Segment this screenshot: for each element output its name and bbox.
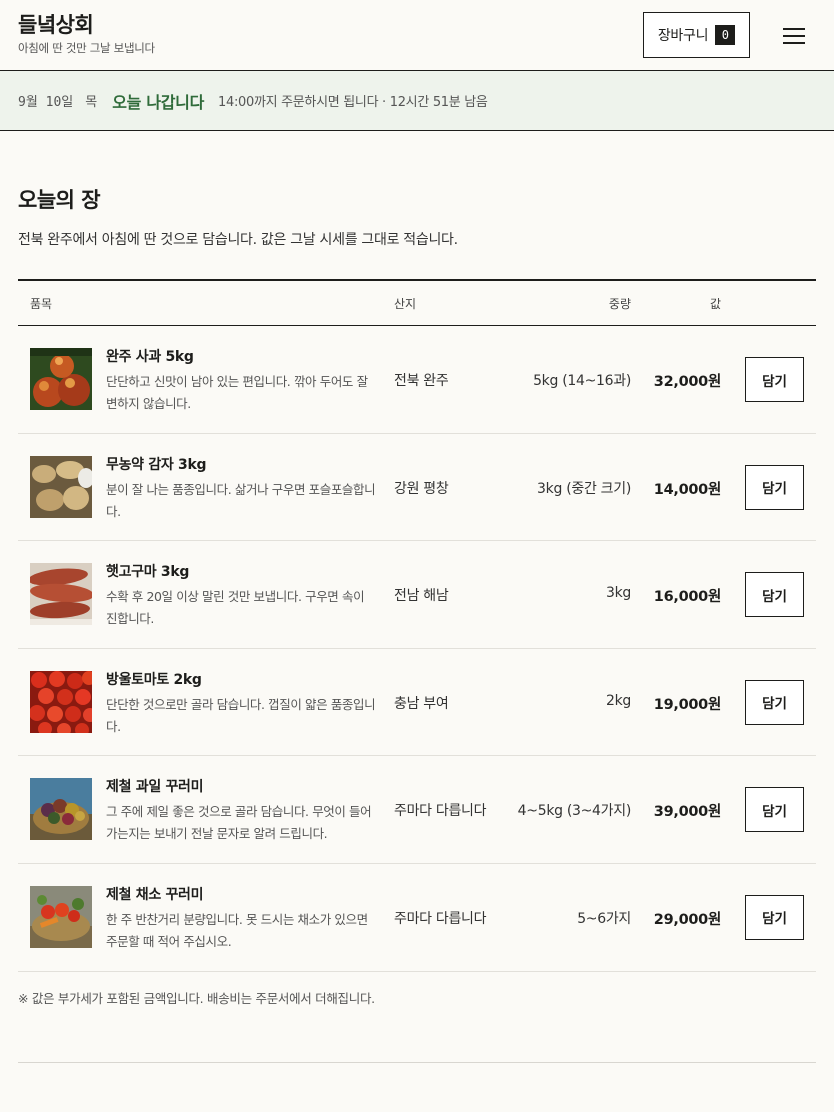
footer-divider — [18, 1062, 816, 1063]
product-name: 완주 사과 5kg — [106, 349, 194, 365]
header-origin: 산지 — [394, 297, 417, 311]
add-to-cart-button[interactable]: 담기 — [745, 357, 804, 402]
product-row: 완주 사과 5kg 단단하고 신맛이 남아 있는 편입니다. 깎아 두어도 잘 … — [18, 326, 816, 434]
product-price: 29,000원 — [653, 911, 722, 928]
header-price: 값 — [709, 297, 721, 311]
cart-count-badge: 0 — [715, 25, 736, 45]
product-name: 햇고구마 3kg — [106, 564, 190, 581]
product-description: 그 주에 제일 좋은 것으로 골라 담습니다. 무엇이 들어가는지는 보내기 전… — [106, 804, 372, 842]
product-price: 14,000원 — [653, 481, 722, 498]
vegetable-basket-photo — [30, 885, 92, 948]
add-to-cart-button[interactable]: 담기 — [745, 679, 804, 725]
product-name: 제철 채소 꾸러미 — [106, 886, 204, 903]
notice-date: 9월 10일 — [18, 95, 74, 110]
product-name: 방울토마토 2kg — [106, 671, 202, 688]
table-header: 품목 산지 중량 값 — [18, 281, 816, 326]
hamburger-menu-icon[interactable] — [780, 25, 808, 47]
product-weight: 5~6가지 — [577, 910, 631, 927]
product-description: 단단한 것으로만 골라 담습니다. 껍질이 얇은 품종입니다. — [106, 696, 376, 734]
product-description: 한 주 반찬거리 분량입니다. 못 드시는 채소가 있으면 주문할 때 적어 주… — [106, 911, 368, 949]
apples-photo — [30, 348, 92, 410]
brand-tagline: 아침에 딴 것만 그날 보냅니다 — [18, 41, 155, 55]
product-row: 방울토마토 2kg 단단한 것으로만 골라 담습니다. 껍질이 얇은 품종입니다… — [18, 649, 816, 757]
product-origin: 전남 해남 — [394, 588, 449, 605]
product-row: 제철 채소 꾸러미 한 주 반찬거리 분량입니다. 못 드시는 채소가 있으면 … — [18, 864, 816, 972]
product-price: 16,000원 — [653, 589, 722, 606]
sweet-potatoes-photo — [30, 563, 92, 626]
notice-day: 목 — [85, 95, 98, 110]
cherry-tomatoes-photo — [30, 670, 92, 733]
product-name: 제철 과일 꾸러미 — [106, 779, 204, 796]
cart-button[interactable]: 장바구니 0 — [643, 12, 750, 58]
product-row: 햇고구마 3kg 수확 후 20일 이상 말린 것만 보냅니다. 구우면 속이 … — [18, 541, 816, 649]
price-footnote: ※ 값은 부가세가 포함된 금액입니다. 배송비는 주문서에서 더해집니다. — [18, 991, 375, 1006]
product-weight: 3kg — [605, 585, 631, 602]
product-origin: 주마다 다릅니다 — [394, 803, 487, 820]
product-origin: 전북 완주 — [394, 373, 449, 389]
section-description: 전북 완주에서 아침에 딴 것으로 담습니다. 값은 그날 시세를 그대로 적습… — [18, 232, 458, 248]
add-to-cart-button[interactable]: 담기 — [745, 787, 804, 833]
product-origin: 충남 부여 — [394, 695, 449, 712]
notice-deadline: 14:00까지 주문하시면 됩니다 · 12시간 51분 남음 — [218, 95, 488, 110]
product-description: 분이 잘 나는 품종입니다. 삶거나 구우면 포슬포슬합니다. — [106, 481, 376, 519]
section-title: 오늘의 장 — [18, 188, 101, 212]
product-origin: 주마다 다릅니다 — [394, 910, 487, 927]
fruit-basket-photo — [30, 778, 92, 841]
product-price: 19,000원 — [653, 696, 722, 713]
product-price: 39,000원 — [653, 804, 722, 821]
product-origin: 강원 평창 — [394, 480, 449, 497]
product-price: 32,000원 — [653, 374, 722, 390]
product-name: 무농약 감자 3kg — [106, 456, 207, 473]
product-weight: 5kg (14~16과) — [533, 373, 631, 389]
product-weight: 4~5kg (3~4가지) — [517, 803, 632, 820]
shipping-notice-bar: 9월 10일 목 오늘 나갑니다 14:00까지 주문하시면 됩니다 · 12시… — [0, 71, 834, 131]
add-to-cart-button[interactable]: 담기 — [745, 464, 804, 510]
brand[interactable]: 들녘상회 아침에 딴 것만 그날 보냅니다 — [18, 12, 155, 56]
cart-label: 장바구니 — [657, 28, 709, 44]
add-to-cart-button[interactable]: 담기 — [745, 894, 804, 940]
product-weight: 2kg — [605, 692, 631, 709]
product-row: 제철 과일 꾸러미 그 주에 제일 좋은 것으로 골라 담습니다. 무엇이 들어… — [18, 756, 816, 864]
add-to-cart-button[interactable]: 담기 — [745, 572, 804, 618]
product-description: 수확 후 20일 이상 말린 것만 보냅니다. 구우면 속이 진합니다. — [106, 589, 365, 627]
product-table: 품목 산지 중량 값 완주 사과 5kg 단단하고 신맛이 남아 있는 편입니다… — [18, 279, 816, 972]
header-item: 품목 — [30, 297, 53, 311]
product-weight: 3kg (중간 크기) — [537, 480, 631, 497]
notice-ship-status: 오늘 나갑니다 — [112, 92, 204, 112]
site-header: 들녘상회 아침에 딴 것만 그날 보냅니다 장바구니 0 — [0, 0, 834, 71]
potatoes-photo — [30, 455, 92, 518]
brand-name[interactable]: 들녘상회 — [18, 12, 155, 38]
product-row: 무농약 감자 3kg 분이 잘 나는 품종입니다. 삶거나 구우면 포슬포슬합니… — [18, 434, 816, 542]
header-weight: 중량 — [608, 297, 631, 311]
product-description: 단단하고 신맛이 남아 있는 편입니다. 깎아 두어도 잘 변하지 않습니다. — [106, 374, 368, 411]
